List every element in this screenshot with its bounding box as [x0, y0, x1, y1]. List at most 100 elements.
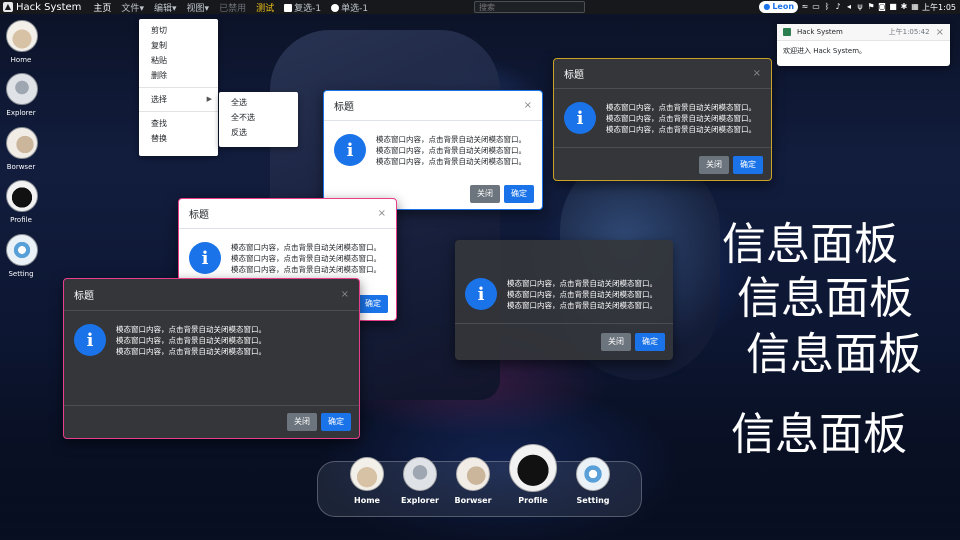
close-button[interactable]: 关闭 [470, 185, 500, 203]
explorer-icon[interactable] [403, 457, 437, 491]
close-button[interactable]: 关闭 [601, 333, 631, 351]
close-icon[interactable]: × [524, 100, 532, 111]
modal-footer: 关闭 确定 [554, 147, 771, 180]
modal-spacer [64, 369, 359, 405]
notification-time: 上午1:05:42 [888, 28, 930, 36]
menu-item-cut[interactable]: 剪切 [139, 23, 218, 38]
volume-icon[interactable]: ◂ [845, 3, 853, 11]
confirm-button[interactable]: 确定 [504, 185, 534, 203]
bluetooth-icon[interactable]: ᛒ [823, 3, 831, 11]
menu-item-paste[interactable]: 粘贴 [139, 53, 218, 68]
menu-home[interactable]: 主页 [93, 1, 111, 14]
search-input[interactable] [474, 1, 585, 13]
top-bar: ▲ Hack System 主页 文件▾ 编辑▾ 视图▾ 已禁用 测试 复选-1… [0, 0, 960, 14]
menu-divider [139, 111, 218, 112]
unlock-icon[interactable]: ■ [889, 3, 897, 11]
modal-header: 标题 × [179, 199, 396, 229]
info-icon: i [189, 242, 221, 274]
info-icon: i [465, 278, 497, 310]
close-icon[interactable]: × [936, 27, 944, 38]
home-icon[interactable] [350, 457, 384, 491]
modal-message: 模态窗口内容，点击背景自动关闭模态窗口。 模态窗口内容，点击背景自动关闭模态窗口… [116, 324, 266, 357]
menu-file[interactable]: 文件▾ [121, 1, 144, 14]
flag-icon[interactable]: ⚑ [867, 3, 875, 11]
modal-message-line: 模态窗口内容，点击背景自动关闭模态窗口。 [376, 156, 526, 166]
system-tray: ● Leon ≈ ▭ ᛒ ♪ ◂ ψ ⚑ ◙ ■ ✱ ▦ 上午1:05 [759, 1, 956, 13]
home-icon[interactable] [6, 20, 38, 52]
menu-edit-label: 编辑 [153, 3, 172, 14]
modal-message-line: 模态窗口内容，点击背景自动关闭模态窗口。 [606, 113, 756, 123]
info-icon: i [74, 324, 106, 356]
setting-icon[interactable] [576, 457, 610, 491]
menu-edit[interactable]: 编辑▾ [154, 1, 177, 14]
modal-footer: 关闭 确定 [64, 405, 359, 438]
dock-label-browser: Borwser [454, 496, 492, 505]
menu-item-select-label: 选择 [151, 95, 167, 104]
modal-message-line: 模态窗口内容，点击背景自动关闭模态窗口。 [507, 300, 657, 310]
modal-window[interactable]: 标题 × i 模态窗口内容，点击背景自动关闭模态窗口。 模态窗口内容，点击背景自… [323, 90, 543, 210]
brand-name: Hack System [16, 1, 82, 13]
profile-icon[interactable] [6, 180, 38, 212]
browser-icon[interactable] [6, 127, 38, 159]
caret-down-icon: ▾ [139, 3, 144, 14]
checkbox-1[interactable]: 复选-1 [284, 1, 321, 14]
notification-message: 欢迎进入 Hack System。 [783, 47, 867, 55]
usb-icon[interactable]: ψ [856, 3, 864, 11]
bell-icon[interactable]: ♪ [834, 3, 842, 11]
camera-icon[interactable]: ◙ [878, 3, 886, 11]
confirm-button[interactable]: 确定 [358, 295, 388, 313]
menu-item-select[interactable]: 选择 ▶ [139, 92, 218, 107]
modal-title: 标题 [564, 70, 584, 81]
radio-1[interactable]: 单选-1 [331, 1, 368, 14]
submenu-item-select-all[interactable]: 全选 [219, 95, 298, 110]
confirm-button[interactable]: 确定 [635, 333, 665, 351]
side-label-explorer: Explorer [6, 109, 36, 117]
menu-item-find[interactable]: 查找 [139, 116, 218, 131]
menu-file-label: 文件 [121, 3, 140, 14]
brand-logo-icon: ▲ [3, 2, 13, 12]
close-button[interactable]: 关闭 [699, 155, 729, 174]
menu-test[interactable]: 测试 [256, 1, 274, 14]
wifi-icon[interactable]: ≈ [801, 3, 809, 11]
explorer-icon[interactable] [6, 73, 38, 105]
confirm-button[interactable]: 确定 [321, 413, 351, 431]
close-icon[interactable]: × [378, 208, 386, 219]
modal-message-line: 模态窗口内容，点击背景自动关闭模态窗口。 [116, 346, 266, 356]
clock: 上午1:05 [922, 2, 956, 12]
modal-message: 模态窗口内容，点击背景自动关闭模态窗口。 模态窗口内容，点击背景自动关闭模态窗口… [376, 134, 526, 167]
submenu-item-invert[interactable]: 反选 [219, 125, 298, 140]
user-pill[interactable]: ● Leon [759, 1, 799, 13]
menu-item-replace[interactable]: 替换 [139, 131, 218, 146]
modal-message-line: 模态窗口内容，点击背景自动关闭模态窗口。 [606, 124, 756, 134]
brand[interactable]: ▲ Hack System [0, 2, 81, 13]
dock-label-explorer: Explorer [401, 496, 439, 505]
close-icon[interactable]: × [341, 289, 349, 300]
side-label-browser: Borwser [6, 163, 36, 171]
grid-icon[interactable]: ▦ [911, 3, 919, 11]
modal-window[interactable]: i 模态窗口内容，点击背景自动关闭模态窗口。 模态窗口内容，点击背景自动关闭模态… [455, 240, 673, 360]
submenu-item-select-none[interactable]: 全不选 [219, 110, 298, 125]
modal-body: i 模态窗口内容，点击背景自动关闭模态窗口。 模态窗口内容，点击背景自动关闭模态… [64, 311, 359, 369]
modal-message-line: 模态窗口内容，点击背景自动关闭模态窗口。 [606, 102, 756, 112]
menu-view[interactable]: 视图▾ [187, 1, 210, 14]
notification-toast[interactable]: Hack System 上午1:05:42 × 欢迎进入 Hack System… [777, 24, 950, 66]
close-button[interactable]: 关闭 [287, 413, 317, 431]
modal-window[interactable]: 标题 × i 模态窗口内容，点击背景自动关闭模态窗口。 模态窗口内容，点击背景自… [553, 58, 772, 181]
profile-icon[interactable] [509, 444, 557, 492]
close-icon[interactable]: × [753, 68, 761, 79]
setting-icon[interactable] [6, 234, 38, 266]
gear-icon[interactable]: ✱ [900, 3, 908, 11]
modal-header: 标题 × [64, 279, 359, 311]
menu-item-delete[interactable]: 删除 [139, 68, 218, 83]
modal-message-line: 模态窗口内容，点击背景自动关闭模态窗口。 [376, 134, 526, 144]
confirm-button[interactable]: 确定 [733, 155, 763, 174]
menu-item-copy[interactable]: 复制 [139, 38, 218, 53]
modal-window[interactable]: 标题 × i 模态窗口内容，点击背景自动关闭模态窗口。 模态窗口内容，点击背景自… [63, 278, 360, 439]
modal-message: 模态窗口内容，点击背景自动关闭模态窗口。 模态窗口内容，点击背景自动关闭模态窗口… [507, 278, 657, 311]
menu-bar: 主页 文件▾ 编辑▾ 视图▾ 已禁用 测试 复选-1 单选-1 [93, 1, 368, 14]
modal-title: 标题 [189, 210, 209, 221]
browser-icon[interactable] [456, 457, 490, 491]
radio-circle [331, 4, 340, 12]
battery-icon[interactable]: ▭ [812, 3, 820, 11]
dock-label-home: Home [354, 496, 380, 505]
